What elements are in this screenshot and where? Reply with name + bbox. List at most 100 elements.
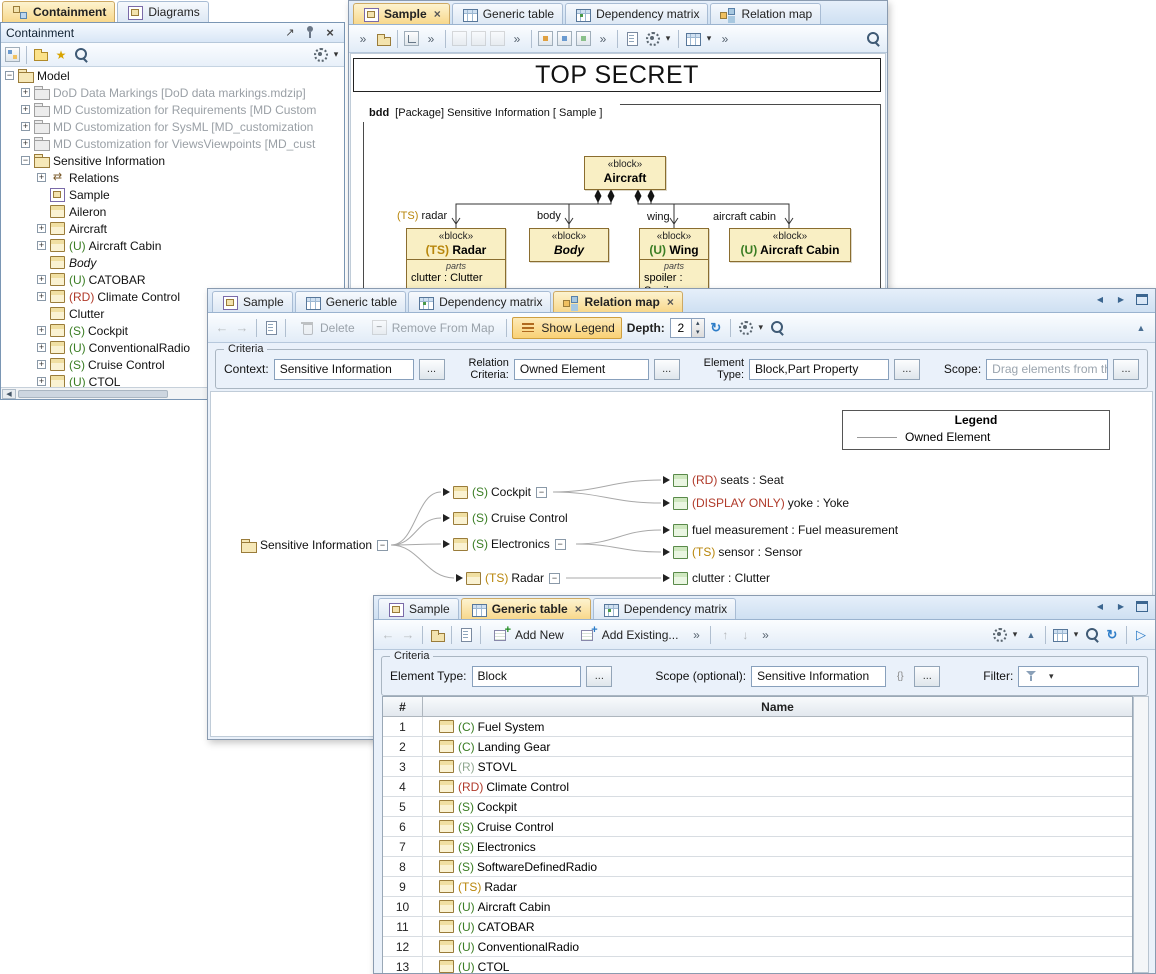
next-tab-icon[interactable] — [1112, 598, 1130, 615]
clone-icon[interactable] — [576, 31, 591, 46]
scope-more-button[interactable]: ... — [1113, 359, 1139, 380]
back-icon[interactable] — [379, 626, 397, 643]
document-tab[interactable]: Sample — [212, 291, 293, 312]
report-icon[interactable] — [623, 30, 641, 47]
element-type-field[interactable]: Block,Part Property — [749, 359, 889, 380]
package-icon[interactable] — [374, 30, 392, 47]
expander-icon[interactable] — [37, 326, 46, 335]
close-tab-icon[interactable] — [667, 297, 674, 307]
caret-down-icon[interactable] — [1071, 626, 1081, 643]
more-icon[interactable] — [687, 626, 705, 643]
scope-field[interactable]: Drag elements from th — [986, 359, 1108, 380]
forward-icon[interactable] — [233, 319, 251, 336]
more-icon[interactable] — [422, 30, 440, 47]
map-root-node[interactable]: Sensitive Information — [241, 537, 388, 553]
caret-down-icon[interactable] — [331, 46, 341, 63]
close-tab-icon[interactable] — [575, 604, 582, 614]
add-new-button[interactable]: Add New — [486, 624, 571, 646]
collapse-icon[interactable] — [1132, 319, 1150, 336]
map-node[interactable]: (S) Electronics — [443, 536, 566, 552]
back-icon[interactable] — [213, 319, 231, 336]
more-icon[interactable] — [594, 30, 612, 47]
table-row[interactable]: 8 (S) SoftwareDefinedRadio — [383, 857, 1132, 877]
collapse-toggle[interactable] — [536, 487, 547, 498]
depth-spinner[interactable]: 2▴▾ — [670, 318, 705, 338]
show-legend-button[interactable]: Show Legend — [512, 317, 621, 339]
table-row[interactable]: 1 (C) Fuel System — [383, 717, 1132, 737]
gear-icon[interactable] — [736, 319, 754, 336]
grid-icon[interactable] — [684, 30, 702, 47]
tree-item[interactable]: Aileron — [1, 203, 344, 220]
down-icon[interactable] — [736, 626, 754, 643]
relation-criteria-field[interactable]: Owned Element — [514, 359, 649, 380]
more-icon[interactable] — [354, 30, 372, 47]
align-left-icon[interactable] — [452, 31, 467, 46]
collapse-toggle[interactable] — [555, 539, 566, 550]
map-node[interactable]: (S) Cruise Control — [443, 510, 568, 526]
context-field[interactable]: Sensitive Information — [274, 359, 414, 380]
previous-tab-icon[interactable] — [1091, 598, 1109, 615]
filter-field[interactable] — [1018, 666, 1139, 687]
table-row[interactable]: 10 (U) Aircraft Cabin — [383, 897, 1132, 917]
caret-down-icon[interactable] — [756, 319, 766, 336]
search-icon[interactable] — [864, 30, 882, 47]
more-icon[interactable] — [716, 30, 734, 47]
tree-options-icon[interactable] — [5, 47, 20, 62]
dock-tab[interactable]: Diagrams — [117, 1, 208, 22]
expander-icon[interactable] — [37, 275, 46, 284]
package-icon[interactable] — [428, 626, 446, 643]
collapse-toggle[interactable] — [377, 540, 388, 551]
next-tab-icon[interactable] — [1112, 291, 1130, 308]
report-icon[interactable] — [262, 319, 280, 336]
add-new-icon[interactable] — [493, 626, 511, 643]
document-tab[interactable]: Generic table — [295, 291, 406, 312]
align-right-icon[interactable] — [490, 31, 505, 46]
search-icon[interactable] — [1083, 626, 1101, 643]
context-more-button[interactable]: ... — [419, 359, 445, 380]
favorites-star-icon[interactable] — [52, 46, 70, 63]
paste-icon[interactable] — [538, 31, 553, 46]
gear-icon[interactable] — [311, 46, 329, 63]
caret-down-icon[interactable] — [704, 30, 714, 47]
more-icon[interactable] — [756, 626, 774, 643]
scope-expression-icon[interactable] — [891, 668, 909, 685]
caret-down-icon[interactable] — [1010, 626, 1020, 643]
add-existing-button[interactable]: Add Existing... — [573, 624, 686, 646]
tree-item[interactable]: Model — [1, 67, 344, 84]
table-row[interactable]: 5 (S) Cockpit — [383, 797, 1132, 817]
document-tab[interactable]: Dependency matrix — [565, 3, 708, 24]
expander-icon[interactable] — [37, 224, 46, 233]
table-row[interactable]: 4 (RD) Climate Control — [383, 777, 1132, 797]
table-row[interactable]: 9 (TS) Radar — [383, 877, 1132, 897]
document-tab[interactable]: Sample — [353, 3, 450, 24]
expander-icon[interactable] — [37, 360, 46, 369]
close-panel-icon[interactable] — [321, 24, 339, 41]
table-row[interactable]: 13 (U) CTOL — [383, 957, 1132, 973]
tree-item[interactable]: DoD Data Markings [DoD data markings.mdz… — [1, 84, 344, 101]
column-header-name[interactable]: Name — [423, 697, 1132, 716]
map-leaf-node[interactable]: (RD) seats : Seat — [663, 472, 784, 488]
up-icon[interactable] — [716, 626, 734, 643]
scope-field[interactable]: Sensitive Information — [751, 666, 886, 687]
table-row[interactable]: 3 (R) STOVL — [383, 757, 1132, 777]
element-type-more-button[interactable]: ... — [894, 359, 920, 380]
legend-icon[interactable] — [519, 319, 537, 336]
collapse-icon[interactable] — [1022, 626, 1040, 643]
caret-down-icon[interactable] — [663, 30, 673, 47]
expander-icon[interactable] — [37, 377, 46, 386]
refresh-icon[interactable] — [1103, 626, 1121, 643]
tree-item[interactable]: Body — [1, 254, 344, 271]
close-tab-icon[interactable] — [434, 9, 441, 19]
relation-criteria-more-button[interactable]: ... — [654, 359, 680, 380]
search-icon[interactable] — [72, 46, 90, 63]
expander-icon[interactable] — [37, 292, 46, 301]
tree-item[interactable]: Relations — [1, 169, 344, 186]
tree-item[interactable]: Sample — [1, 186, 344, 203]
gear-icon[interactable] — [990, 626, 1008, 643]
document-tab[interactable]: Dependency matrix — [408, 291, 551, 312]
map-leaf-node[interactable]: clutter : Clutter — [663, 570, 770, 586]
map-node[interactable]: (S) Cockpit — [443, 484, 547, 500]
tree-item[interactable]: MD Customization for SysML [MD_customiza… — [1, 118, 344, 135]
maximize-icon[interactable] — [1133, 291, 1151, 308]
play-icon[interactable] — [1132, 626, 1150, 643]
